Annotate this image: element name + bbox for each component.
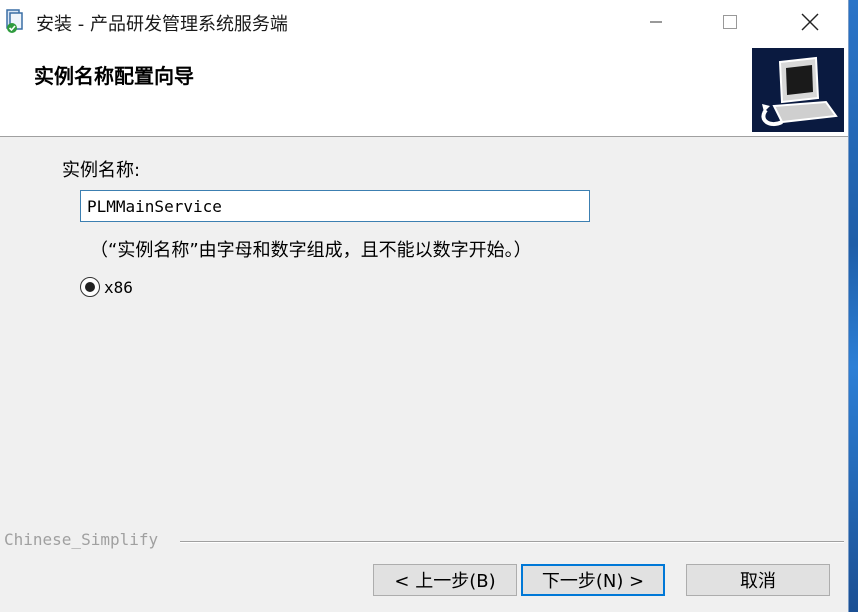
radio-selected-icon[interactable]	[80, 277, 100, 297]
maximize-button[interactable]	[700, 0, 760, 44]
close-button[interactable]	[780, 0, 840, 44]
language-label: Chinese_Simplify	[4, 530, 165, 549]
maximize-icon	[723, 15, 737, 29]
page-title: 实例名称配置向导	[34, 64, 194, 88]
desktop-background	[848, 0, 858, 612]
cancel-button[interactable]: 取消	[686, 564, 830, 596]
footer-divider	[180, 541, 844, 543]
installer-icon	[4, 8, 26, 34]
close-icon	[801, 13, 819, 31]
back-button[interactable]: < 上一步(B)	[373, 564, 517, 596]
title-bar[interactable]: 安装 - 产品研发管理系统服务端	[0, 0, 848, 44]
installer-window: 安装 - 产品研发管理系统服务端 实例名称配置向导 实例名称: PLMMainS…	[0, 0, 849, 612]
radio-dot	[85, 282, 95, 292]
platform-option-label: x86	[104, 277, 133, 297]
platform-option-x86[interactable]: x86	[80, 276, 133, 298]
instance-name-label: 实例名称:	[62, 160, 141, 181]
next-button[interactable]: 下一步(N) >	[521, 564, 665, 596]
computer-install-icon	[752, 48, 844, 132]
minimize-button[interactable]	[626, 0, 686, 44]
instance-name-input[interactable]	[80, 190, 590, 222]
wizard-header: 实例名称配置向导	[0, 44, 848, 137]
minimize-icon	[650, 21, 662, 23]
instance-name-hint: （“实例名称”由字母和数字组成，且不能以数字开始。）	[90, 240, 532, 261]
window-title: 安装 - 产品研发管理系统服务端	[36, 14, 288, 35]
